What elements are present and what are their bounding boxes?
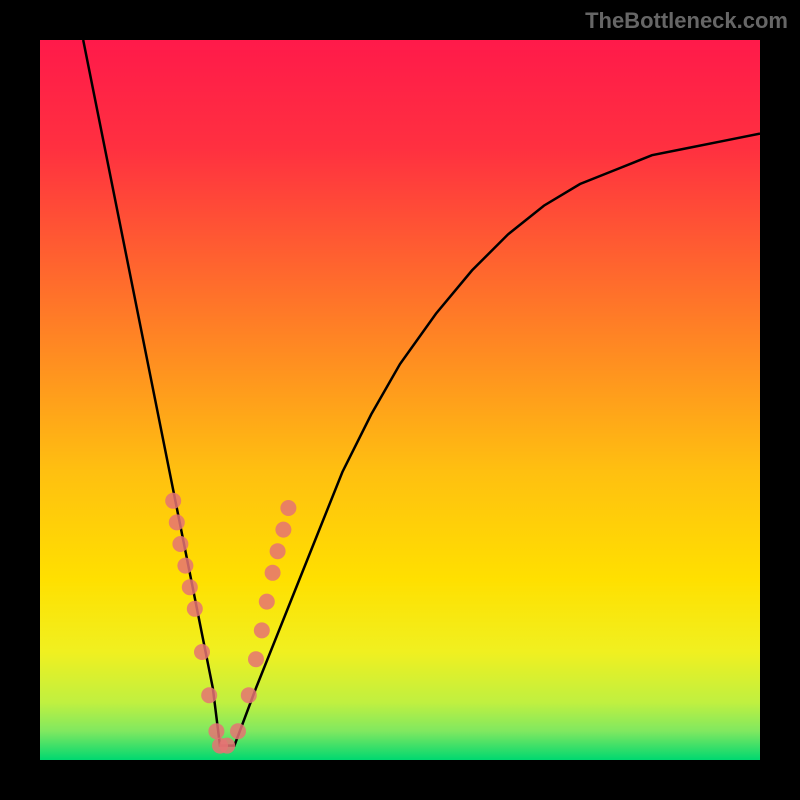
watermark-text: TheBottleneck.com: [585, 8, 788, 34]
chart-container: [40, 40, 760, 760]
data-markers: [165, 493, 296, 754]
curve-line: [83, 40, 760, 746]
bottleneck-chart: [40, 40, 760, 760]
